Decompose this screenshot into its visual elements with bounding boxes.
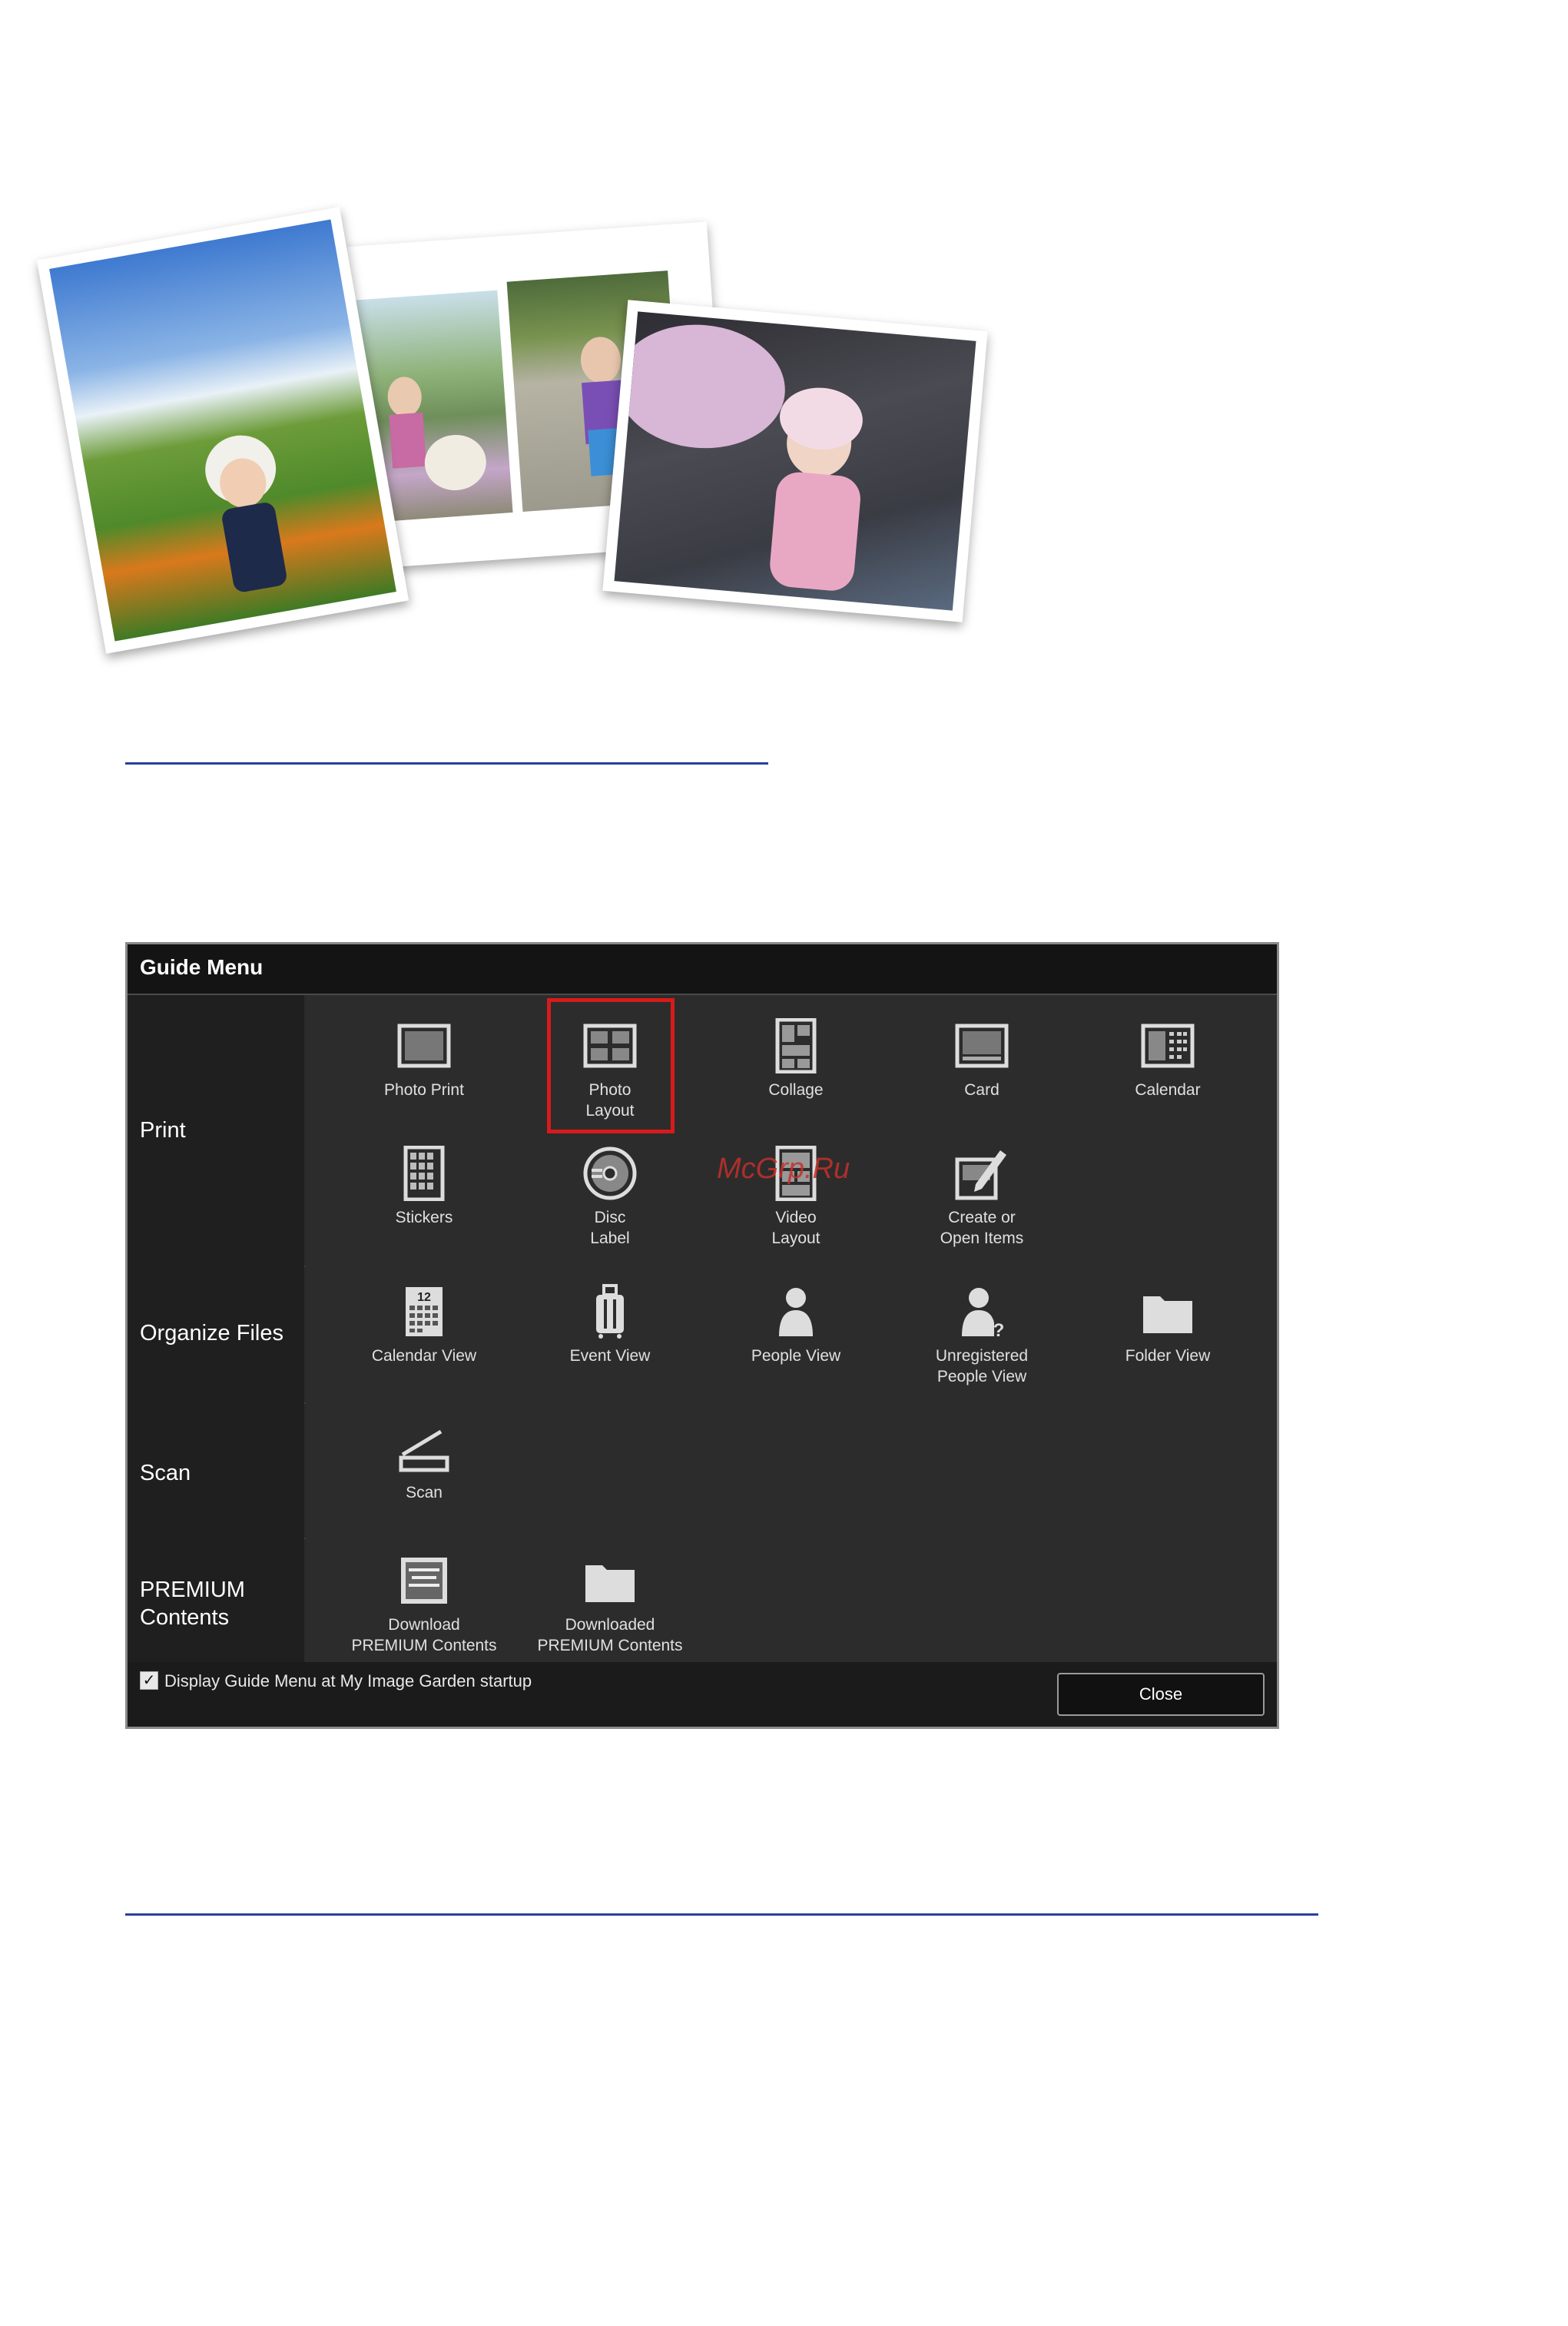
disc-label-button[interactable]: Disc Label — [518, 1146, 702, 1249]
title-bar: Guide Menu — [128, 944, 1277, 995]
folder-view-button[interactable]: Folder View — [1076, 1284, 1260, 1366]
person-icon — [779, 1288, 813, 1336]
scanner-icon — [399, 1429, 449, 1472]
photo-print-icon — [397, 1024, 451, 1068]
downloaded-premium-contents-button[interactable]: Downloaded PREMIUM Contents — [518, 1553, 702, 1656]
section-label-organize-files: Organize Files — [128, 1266, 304, 1402]
photo-print-button[interactable]: Photo Print — [332, 1018, 516, 1100]
calendar-view-icon: 12 — [406, 1287, 443, 1336]
download-premium-contents-button[interactable]: Download PREMIUM Contents — [332, 1553, 516, 1656]
section-premium-contents: PREMIUM Contents Download PREMIUM Conten… — [128, 1538, 1277, 1667]
photo-girl-with-umbrella — [602, 300, 988, 622]
pen-edit-icon — [955, 1150, 1006, 1200]
window-title: Guide Menu — [140, 955, 264, 979]
watermark-text: McGrp.Ru — [717, 1153, 850, 1185]
calendar-day-text: 12 — [417, 1291, 431, 1304]
sample-photo-collage — [0, 0, 1076, 692]
people-view-button[interactable]: People View — [704, 1284, 888, 1366]
card-icon — [955, 1024, 1009, 1068]
close-button[interactable]: Close — [1057, 1673, 1265, 1716]
startup-checkbox-label: Display Guide Menu at My Image Garden st… — [164, 1671, 532, 1691]
link-underline-2[interactable] — [125, 1913, 1318, 1916]
section-organize-files: Organize Files 12 Calendar View Event Vi… — [128, 1266, 1277, 1404]
collage-icon — [775, 1018, 817, 1073]
unknown-person-icon: ? — [962, 1288, 1005, 1339]
startup-checkbox[interactable]: ✓ — [140, 1671, 158, 1690]
calendar-view-button[interactable]: 12 Calendar View — [332, 1284, 516, 1366]
photo-layout-highlight — [547, 998, 675, 1133]
suitcase-icon — [596, 1284, 624, 1339]
link-underline-1[interactable] — [125, 762, 768, 765]
disc-icon — [583, 1146, 637, 1200]
stickers-icon — [403, 1146, 445, 1201]
event-view-button[interactable]: Event View — [518, 1284, 702, 1366]
calendar-icon — [1141, 1024, 1195, 1068]
svg-text:?: ? — [993, 1320, 1005, 1339]
section-label-print: Print — [128, 995, 304, 1266]
create-open-items-button[interactable]: Create or Open Items — [890, 1146, 1074, 1249]
unregistered-people-view-button[interactable]: ? Unregistered People View — [890, 1284, 1074, 1387]
section-label-scan: Scan — [128, 1402, 304, 1538]
creative-park-premium-icon — [401, 1558, 447, 1604]
stickers-button[interactable]: Stickers — [332, 1146, 516, 1228]
scan-button[interactable]: Scan — [332, 1421, 516, 1503]
section-label-premium-contents: PREMIUM Contents — [128, 1538, 304, 1667]
folder-icon — [585, 1565, 635, 1602]
folder-icon — [1143, 1296, 1192, 1333]
section-scan: Scan Scan — [128, 1402, 1277, 1539]
collage-button[interactable]: Collage — [704, 1018, 888, 1100]
guide-menu-window: Guide Menu Print Photo Print Photo Layou… — [125, 942, 1279, 1729]
card-button[interactable]: Card — [890, 1018, 1074, 1100]
guide-menu-footer: ✓ Display Guide Menu at My Image Garden … — [128, 1662, 1277, 1727]
calendar-button[interactable]: Calendar — [1076, 1018, 1260, 1100]
section-print: Print Photo Print Photo Layout Collage C… — [128, 995, 1277, 1267]
